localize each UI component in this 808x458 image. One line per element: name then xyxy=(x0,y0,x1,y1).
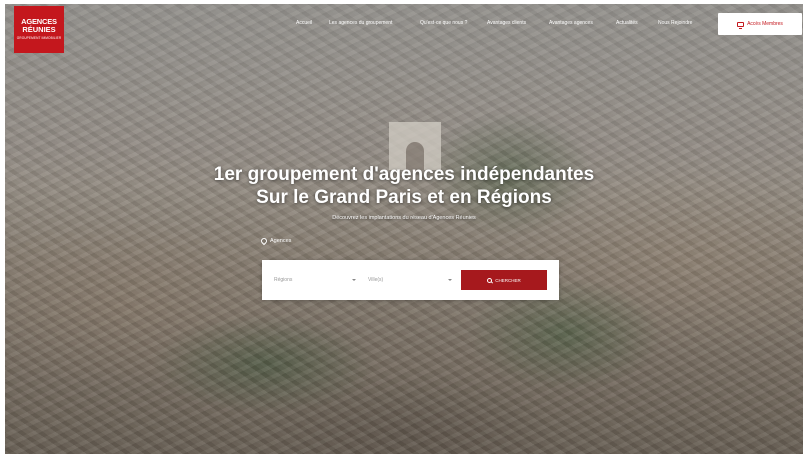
chevron-down-icon xyxy=(352,279,356,281)
city-select[interactable]: Ville(s) xyxy=(368,272,452,288)
nav-item-actualites[interactable]: Actualités xyxy=(616,20,638,26)
nav-item-avantages-agences[interactable]: Avantages agences xyxy=(549,20,593,26)
hero-title-line1: 1er groupement d'agences indépendantes xyxy=(213,164,595,185)
region-select[interactable]: Régions xyxy=(274,272,356,288)
tab-agences-label: Agences xyxy=(270,238,292,244)
nav-item-accueil[interactable]: Accueil xyxy=(296,20,312,26)
nav-item-agences-groupement[interactable]: Les agences du groupement xyxy=(329,20,392,26)
chevron-down-icon xyxy=(448,279,452,281)
map-pin-icon xyxy=(259,236,269,246)
region-select-placeholder: Régions xyxy=(274,277,293,283)
monitor-icon xyxy=(737,21,745,29)
search-icon xyxy=(487,277,493,283)
search-button-label: Chercher xyxy=(495,277,521,283)
search-form: Régions Ville(s) Chercher xyxy=(262,260,559,300)
search-button[interactable]: Chercher xyxy=(461,270,547,290)
main-nav: Accueil Les agences du groupement Qu'est… xyxy=(0,20,808,32)
nav-item-nous-rejoindre[interactable]: Nous Rejoindre xyxy=(658,20,692,26)
hero-title: 1er groupement d'agences indépendantes S… xyxy=(0,163,808,209)
tab-agences[interactable]: Agences xyxy=(259,235,292,247)
hero-text: 1er groupement d'agences indépendantes S… xyxy=(0,163,808,221)
hero-subtitle: Découvrez les implantations du réseau d'… xyxy=(332,215,476,221)
hero-title-line2: Sur le Grand Paris et en Régions xyxy=(256,187,552,208)
member-access-button[interactable]: Accès Membres xyxy=(718,13,802,35)
hero-background xyxy=(5,4,803,454)
nav-item-avantages-clients[interactable]: Avantages clients xyxy=(487,20,526,26)
nav-item-qui-sommes-nous[interactable]: Qu'est-ce que nous ? xyxy=(420,20,467,26)
member-access-label: Accès Membres xyxy=(747,21,783,27)
city-select-placeholder: Ville(s) xyxy=(368,277,384,283)
